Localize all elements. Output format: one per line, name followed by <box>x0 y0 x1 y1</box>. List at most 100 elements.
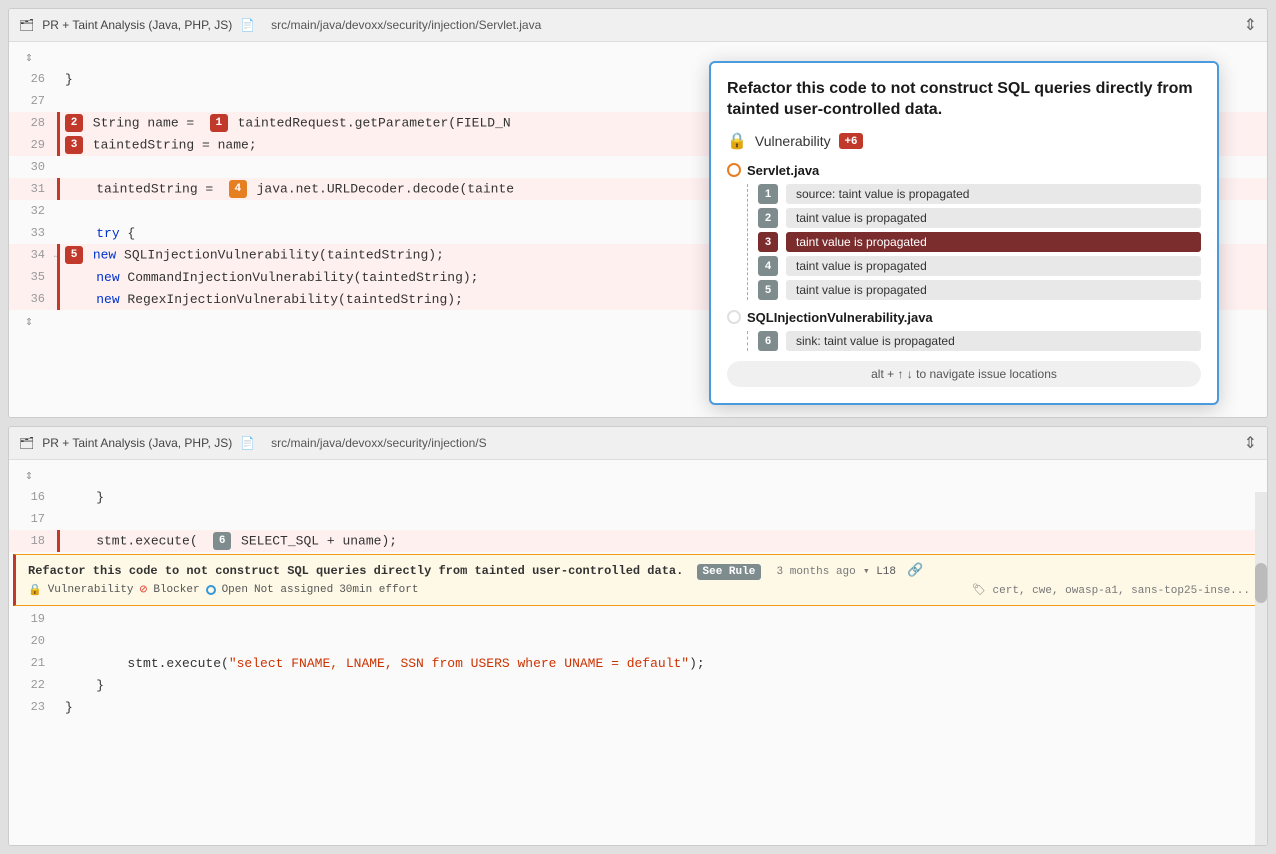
popup-title: Refactor this code to not construct SQL … <box>727 79 1201 121</box>
line-num-32: 32 <box>17 204 45 218</box>
lock-icon: 🔒 <box>727 131 747 151</box>
top-panel-title: PR + Taint Analysis (Java, PHP, JS) <box>42 18 232 32</box>
flow-badge-6: 6 <box>758 331 778 351</box>
main-container: 🗂 PR + Taint Analysis (Java, PHP, JS) 📄 … <box>0 0 1276 854</box>
line-num-27: 27 <box>17 94 45 108</box>
top-panel-file: src/main/java/devoxx/security/injection/… <box>271 18 541 32</box>
flow-label-3: taint value is propagated <box>786 232 1201 252</box>
line-num-28: 28 <box>17 116 45 130</box>
flow-label-5: taint value is propagated <box>786 280 1201 300</box>
flow-badge-2: 2 <box>758 208 778 228</box>
blocker-icon: ⊘ <box>140 582 148 597</box>
bottom-panel-header: 🗂 PR + Taint Analysis (Java, PHP, JS) 📄 … <box>9 427 1267 460</box>
servlet-radio <box>727 163 741 177</box>
sql-flow-items: 6 sink: taint value is propagated <box>747 331 1201 351</box>
code-line-b20: 20 <box>9 630 1267 652</box>
code-line-b19: 19 <box>9 608 1267 630</box>
flow-badge-3: 3 <box>758 232 778 252</box>
flow-item-3[interactable]: 3 taint value is propagated <box>758 232 1201 252</box>
flow-label-1: source: taint value is propagated <box>786 184 1201 204</box>
issue-banner-text: Refactor this code to not construct SQL … <box>28 564 683 578</box>
servlet-section: Servlet.java 1 source: taint value is pr… <box>727 163 1201 300</box>
badge-5: 5 <box>65 246 83 264</box>
collapse-top-icon[interactable]: ⇕ <box>1244 15 1257 35</box>
badge-3: 3 <box>65 136 83 154</box>
red-bar-34 <box>57 244 60 266</box>
link-icon: 🔗 <box>907 563 923 578</box>
flow-badge-5: 5 <box>758 280 778 300</box>
sql-file-row: SQLInjectionVulnerability.java <box>727 310 1201 325</box>
lock-icon-meta: 🔒 <box>28 583 42 597</box>
flow-item-6[interactable]: 6 sink: taint value is propagated <box>758 331 1201 351</box>
bottom-code-area: ⇕ 16 } 17 18 stmt.execute( <box>9 460 1267 846</box>
sql-filename: SQLInjectionVulnerability.java <box>747 310 933 325</box>
code-line-b23: 23 } <box>9 696 1267 718</box>
red-bar-28 <box>57 112 60 134</box>
flow-item-4[interactable]: 4 taint value is propagated <box>758 256 1201 276</box>
line-num-b22: 22 <box>17 678 45 692</box>
bottom-panel-title: PR + Taint Analysis (Java, PHP, JS) <box>42 436 232 450</box>
line-num-b19: 19 <box>17 612 45 626</box>
issue-timestamp: 3 months ago <box>777 566 856 578</box>
issue-lineref: L18 <box>876 566 896 578</box>
flow-item-2[interactable]: 2 taint value is propagated <box>758 208 1201 228</box>
sql-section: SQLInjectionVulnerability.java 6 sink: t… <box>727 310 1201 351</box>
code-line-b18: 18 stmt.execute( 6 SELECT_SQL + uname); <box>9 530 1267 552</box>
line-num-b18: 18 <box>17 534 45 548</box>
assigned-meta: Not assigned <box>254 584 333 596</box>
line-num-b17: 17 <box>17 512 45 526</box>
effort-meta: 30min effort <box>339 584 418 596</box>
badge-2: 2 <box>65 114 83 132</box>
line-num-b20: 20 <box>17 634 45 648</box>
code-b18: stmt.execute( 6 SELECT_SQL + uname); <box>65 532 1259 550</box>
flow-label-2: taint value is propagated <box>786 208 1201 228</box>
sql-radio <box>727 310 741 324</box>
line-num-36: 36 <box>17 292 45 306</box>
servlet-file-row: Servlet.java <box>727 163 1201 178</box>
tags-meta: 🏷 cert, cwe, owasp-a1, sans-top25-inse..… <box>972 583 1250 597</box>
collapse-bottom-icon[interactable]: ⇕ <box>1244 433 1257 453</box>
issue-banner: Refactor this code to not construct SQL … <box>13 554 1263 606</box>
folder-icon-bottom: 🗂 <box>19 436 34 450</box>
taint-popup: Refactor this code to not construct SQL … <box>709 61 1219 405</box>
code-b22: } <box>65 678 1259 693</box>
flow-item-5[interactable]: 5 taint value is propagated <box>758 280 1201 300</box>
flow-badge-1: 1 <box>758 184 778 204</box>
line-num-30: 30 <box>17 160 45 174</box>
code-line-b21: 21 stmt.execute("select FNAME, LNAME, SS… <box>9 652 1267 674</box>
issue-meta: 🔒 Vulnerability ⊘ Blocker Open Not assig… <box>28 582 1250 597</box>
scrollbar-thumb[interactable] <box>1255 563 1267 603</box>
see-rule-button[interactable]: See Rule <box>697 564 762 580</box>
line-num-b23: 23 <box>17 700 45 714</box>
code-b21: stmt.execute("select FNAME, LNAME, SSN f… <box>65 656 1259 671</box>
file-icon-top: 📄 <box>240 18 255 32</box>
expand-icon-btop[interactable]: ⇕ <box>25 468 33 483</box>
bottom-panel: 🗂 PR + Taint Analysis (Java, PHP, JS) 📄 … <box>8 426 1268 846</box>
issue-banner-title: Refactor this code to not construct SQL … <box>28 563 1250 578</box>
expand-icon-top[interactable]: ⇕ <box>25 50 33 65</box>
line-num-33: 33 <box>17 226 45 240</box>
top-panel: 🗂 PR + Taint Analysis (Java, PHP, JS) 📄 … <box>8 8 1268 418</box>
line-num-26: 26 <box>17 72 45 86</box>
red-bar-35 <box>57 266 60 288</box>
line-num-b21: 21 <box>17 656 45 670</box>
badge-6: 6 <box>213 532 231 550</box>
vuln-meta-label: Vulnerability <box>48 584 134 596</box>
blocker-meta-label: Blocker <box>153 584 199 596</box>
open-status-circle <box>206 585 216 595</box>
red-bar-29 <box>57 134 60 156</box>
popup-vuln-label: Vulnerability <box>755 133 831 149</box>
flow-item-1[interactable]: 1 source: taint value is propagated <box>758 184 1201 204</box>
flow-badge-4: 4 <box>758 256 778 276</box>
line-num-31: 31 <box>17 182 45 196</box>
servlet-flow-items: 1 source: taint value is propagated 2 ta… <box>747 184 1201 300</box>
line-num-34: 34 <box>17 248 45 262</box>
scrollbar-track[interactable] <box>1255 492 1267 846</box>
code-b16: } <box>65 490 1259 505</box>
folder-icon: 🗂 <box>19 18 34 32</box>
expand-top-bottom[interactable]: ⇕ <box>9 464 1267 486</box>
popup-vuln-row: 🔒 Vulnerability +6 <box>727 131 1201 151</box>
line-num-29: 29 <box>17 138 45 152</box>
code-line-b22: 22 } <box>9 674 1267 696</box>
expand-icon-bottom[interactable]: ⇕ <box>25 314 33 329</box>
